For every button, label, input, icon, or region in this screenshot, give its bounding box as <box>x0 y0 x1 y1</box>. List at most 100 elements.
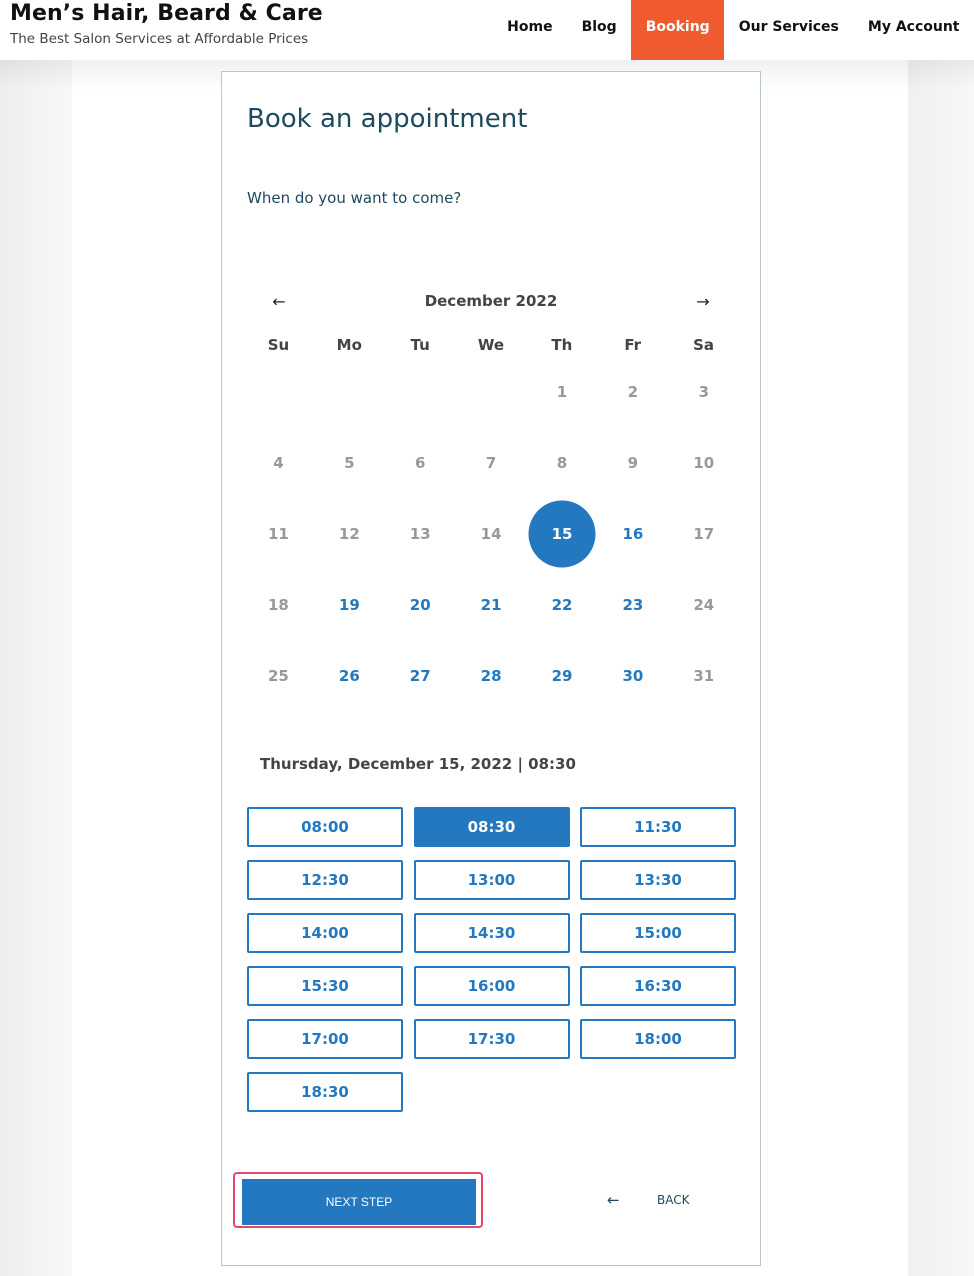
calendar-day-number: 12 <box>338 525 360 544</box>
nav-our-services[interactable]: Our Services <box>724 0 853 60</box>
next-step-button[interactable]: NEXT STEP <box>242 1179 476 1225</box>
back-button[interactable]: ← BACK <box>607 1190 689 1210</box>
calendar-day[interactable]: 26 <box>314 641 385 712</box>
time-slot[interactable]: 08:00 <box>247 807 403 847</box>
time-slot[interactable]: 14:30 <box>413 913 570 953</box>
site-header: Men’s Hair, Beard & Care The Best Salon … <box>0 0 974 60</box>
calendar-day-number: 28 <box>480 667 502 685</box>
calendar-day-number: 8 <box>556 454 568 473</box>
calendar-day-number: 16 <box>622 525 644 544</box>
calendar-day-number: 10 <box>693 454 715 473</box>
weekday-label: Sa <box>693 336 715 354</box>
calendar-day[interactable]: 22 <box>527 570 598 641</box>
back-label: BACK <box>657 1193 690 1207</box>
calendar-blank <box>243 357 314 428</box>
time-slot[interactable]: 11:30 <box>580 807 736 847</box>
calendar-day: 18 <box>243 570 314 641</box>
calendar-day-number: 25 <box>268 667 289 685</box>
calendar-day-selected[interactable]: 15 <box>527 499 598 570</box>
time-slot[interactable]: 16:30 <box>580 966 736 1006</box>
weekday-label: Tu <box>410 336 430 354</box>
calendar-day[interactable]: 16 <box>597 499 668 570</box>
calendar-day: 7 <box>456 428 527 499</box>
calendar-day: 24 <box>668 570 739 641</box>
calendar-day: 14 <box>456 499 527 570</box>
time-slot-selected[interactable]: 08:30 <box>413 807 570 847</box>
time-slot[interactable]: 13:30 <box>580 860 736 900</box>
calendar-day: 10 <box>668 428 739 499</box>
calendar-day-number: 24 <box>693 596 715 615</box>
date-question: When do you want to come? <box>247 189 462 207</box>
booking-card: Book an appointment When do you want to … <box>221 71 761 1266</box>
site-tagline: The Best Salon Services at Affordable Pr… <box>10 31 309 47</box>
calendar-day-number: 15 <box>551 525 573 544</box>
calendar-day[interactable]: 19 <box>314 570 385 641</box>
weekday-label: Fr <box>624 336 642 354</box>
time-slots: 08:00 08:30 11:30 12:30 13:00 13:30 14:00 14:30… <box>247 807 736 1112</box>
calendar-day[interactable]: 30 <box>597 641 668 712</box>
nav-blog[interactable]: Blog <box>567 0 631 60</box>
calendar-day: 11 <box>243 499 314 570</box>
nav-home[interactable]: Home <box>493 0 567 60</box>
calendar-day: 8 <box>527 428 598 499</box>
calendar-day-number: 21 <box>480 596 502 615</box>
calendar-day: 6 <box>385 428 456 499</box>
weekday-label: Su <box>267 336 290 354</box>
calendar-day-number: 20 <box>409 596 431 615</box>
calendar-day[interactable]: 21 <box>456 570 527 641</box>
calendar-days: 1 2 3 4 5 6 7 8 9 10 11 12 13 14 15 16 17 18 19 20 21 22 23 24 2… <box>243 357 739 711</box>
calendar-day-number: 18 <box>268 596 289 615</box>
calendar-day-number: 31 <box>693 667 715 685</box>
calendar-day: 9 <box>597 428 668 499</box>
calendar-day: 31 <box>668 641 739 712</box>
weekday-label: We <box>477 336 505 354</box>
calendar-day: 4 <box>243 428 314 499</box>
time-slot[interactable]: 13:00 <box>413 860 570 900</box>
time-slot[interactable]: 12:30 <box>247 860 403 900</box>
calendar-blank <box>314 357 385 428</box>
calendar-day-number: 9 <box>627 454 639 473</box>
calendar-day-number: 7 <box>485 454 497 473</box>
calendar-day-number: 22 <box>551 596 573 615</box>
calendar-day[interactable]: 29 <box>527 641 598 712</box>
calendar-day-number: 29 <box>551 667 573 685</box>
time-slot[interactable]: 16:00 <box>413 966 570 1006</box>
month-label: December 2022 <box>424 292 558 310</box>
calendar-day-number: 14 <box>480 525 502 544</box>
calendar-blank <box>385 357 456 428</box>
calendar-day[interactable]: 27 <box>385 641 456 712</box>
site-title[interactable]: Men’s Hair, Beard & Care <box>10 1 323 26</box>
calendar-day-number: 26 <box>338 667 360 685</box>
time-slot[interactable]: 14:00 <box>247 913 403 953</box>
calendar-day-number: 11 <box>268 525 289 544</box>
calendar-header: ← December 2022 → <box>247 290 735 314</box>
calendar-day: 12 <box>314 499 385 570</box>
arrow-left-icon: ← <box>607 1191 620 1209</box>
time-slot[interactable]: 18:00 <box>580 1019 736 1059</box>
arrow-right-icon: → <box>696 292 710 311</box>
calendar-day[interactable]: 20 <box>385 570 456 641</box>
calendar-day-number: 17 <box>693 525 715 544</box>
calendar-day-number: 30 <box>622 667 644 685</box>
time-slot[interactable]: 17:30 <box>413 1019 570 1059</box>
calendar-day: 13 <box>385 499 456 570</box>
time-slot[interactable]: 15:00 <box>580 913 736 953</box>
calendar-day-number: 4 <box>273 454 284 473</box>
calendar-day-number: 2 <box>627 383 639 402</box>
weekday-label: Th <box>551 336 573 354</box>
nav-my-account[interactable]: My Account <box>853 0 974 60</box>
calendar-day[interactable]: 28 <box>456 641 527 712</box>
weekday-label: Mo <box>336 336 362 354</box>
time-slot[interactable]: 18:30 <box>247 1072 403 1112</box>
next-month-button[interactable]: → <box>691 290 715 314</box>
nav-booking[interactable]: Booking <box>631 0 725 60</box>
weekday-header: Su Mo Tu We Th Fr Sa <box>243 336 739 354</box>
calendar-day: 1 <box>527 357 598 428</box>
calendar-day-number: 19 <box>338 596 360 615</box>
calendar-day-number: 3 <box>698 383 709 402</box>
time-slot[interactable]: 15:30 <box>247 966 403 1006</box>
time-slot[interactable]: 17:00 <box>247 1019 403 1059</box>
next-step-highlight: NEXT STEP <box>233 1172 483 1228</box>
calendar-blank <box>456 357 527 428</box>
calendar-day[interactable]: 23 <box>597 570 668 641</box>
